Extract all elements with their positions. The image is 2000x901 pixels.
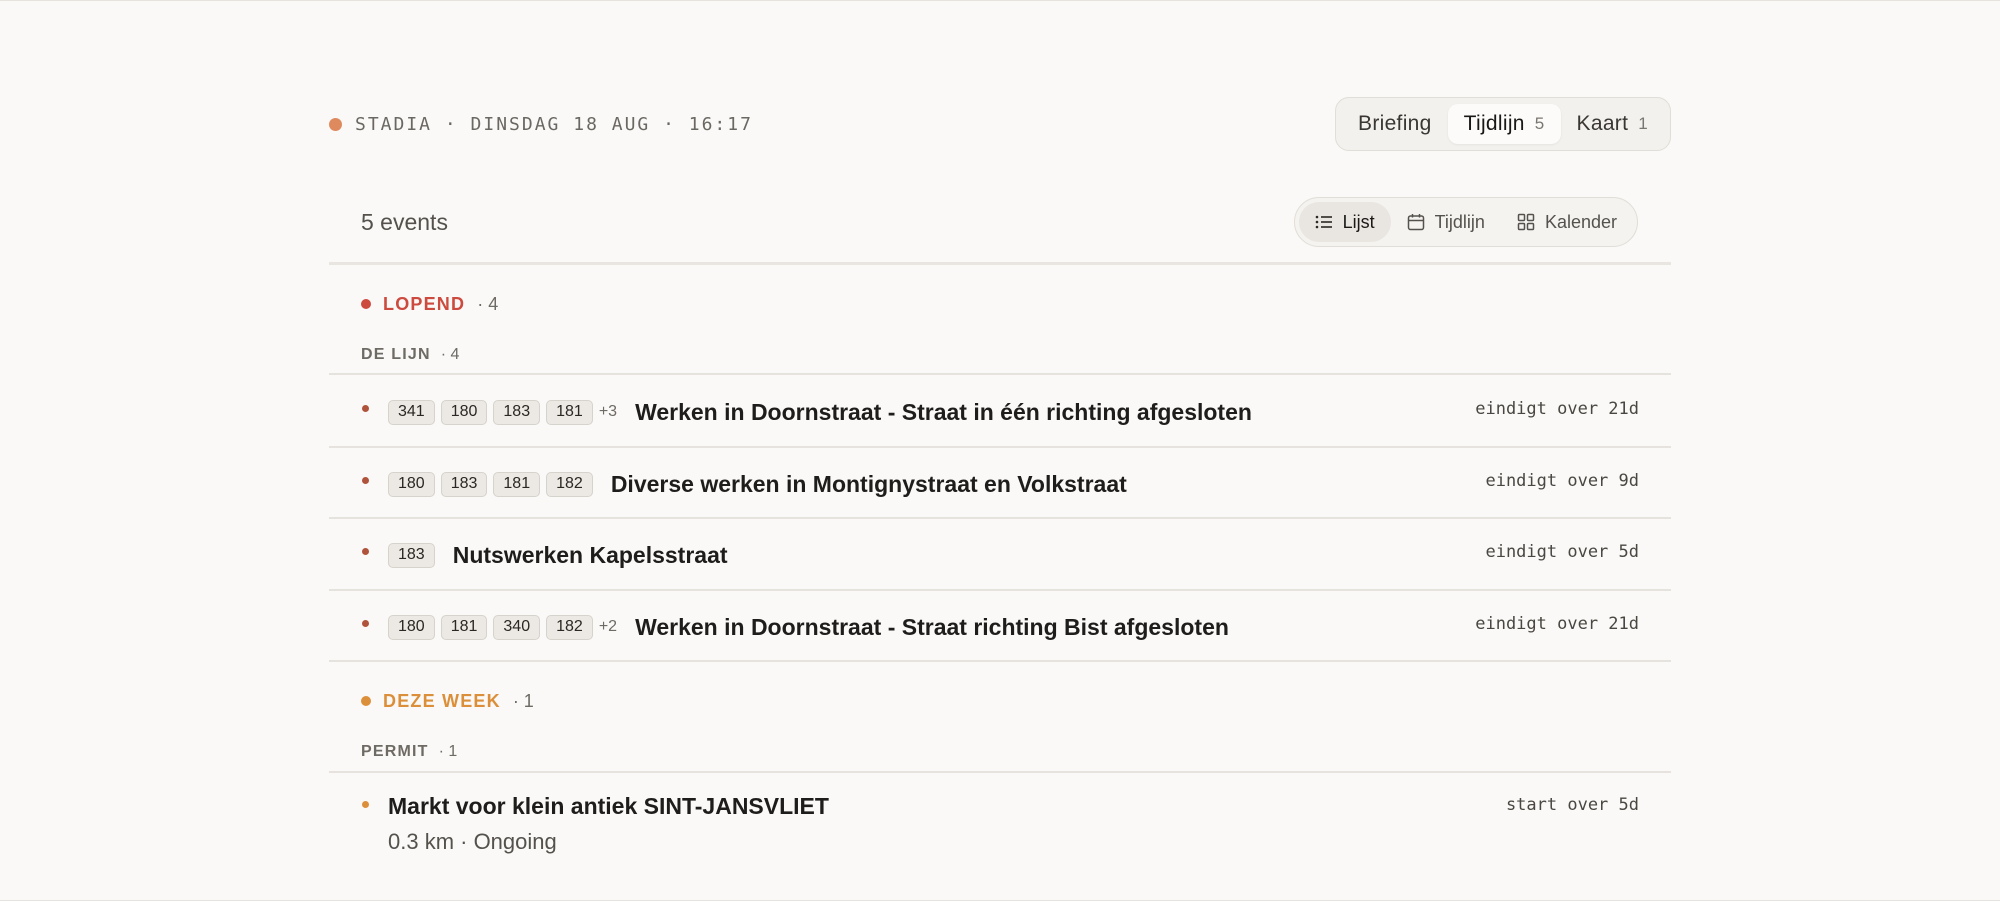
event-row[interactable]: Markt voor klein antiek SINT-JANSVLIET 0…: [329, 773, 1671, 863]
line-badge: 181: [493, 471, 541, 497]
event-title: Werken in Doornstraat - Straat in één ri…: [635, 398, 1252, 425]
event-row[interactable]: 183 Nutswerken Kapelsstraat eindigt over…: [329, 518, 1671, 588]
event-time: eindigt over 21d: [1475, 399, 1639, 419]
group-dot: [361, 299, 371, 309]
line-badge: 183: [440, 471, 488, 497]
mode-lijst-button[interactable]: Lijst: [1298, 202, 1391, 242]
line-badge: 340: [493, 614, 541, 640]
event-title: Nutswerken Kapelsstraat: [452, 541, 728, 568]
line-badge: 341: [388, 399, 435, 425]
mode-kalender-button[interactable]: Kalender: [1501, 202, 1633, 242]
event-content: 183 Nutswerken Kapelsstraat: [388, 542, 728, 568]
line-badge: 181: [546, 399, 593, 425]
line-badge: 180: [440, 399, 488, 425]
group-count: · 4: [477, 293, 499, 314]
event-title: Diverse werken in Montignystraat en Volk…: [610, 470, 1127, 497]
group-label: DEZE WEEK: [383, 690, 501, 711]
more-lines-count: +3: [598, 403, 618, 420]
event-dot: [362, 477, 369, 484]
event-count: 5 events: [361, 209, 448, 235]
status-dot: [329, 117, 342, 131]
mode-label: Tijdlijn: [1434, 211, 1485, 232]
line-badge: 181: [440, 614, 488, 640]
tab-label: Briefing: [1358, 112, 1432, 135]
source-count: · 4: [440, 346, 460, 363]
event-dot: [362, 801, 369, 808]
line-badge: 183: [388, 542, 435, 568]
mode-label: Lijst: [1342, 211, 1375, 232]
source-header-de-lijn: DE LIJN · 4: [361, 343, 459, 367]
event-row[interactable]: 180 183 181 182 Diverse werken in Montig…: [329, 447, 1671, 517]
mode-label: Kalender: [1544, 211, 1617, 232]
source-header-permit: PERMIT · 1: [361, 740, 457, 764]
line-badge: 180: [388, 614, 435, 640]
group-label: LOPEND: [383, 293, 466, 314]
tab-count: 5: [1534, 114, 1545, 133]
tab-kaart[interactable]: Kaart 1: [1561, 104, 1664, 144]
group-header-lopend: LOPEND · 4: [361, 292, 498, 316]
event-content: 180 181 340 182 +2 Werken in Doornstraat…: [388, 614, 1229, 640]
event-time: start over 5d: [1505, 795, 1639, 815]
status-text: STADIA · DINSDAG 18 AUG · 16:17: [355, 113, 753, 135]
group-count: · 1: [512, 690, 534, 711]
event-row[interactable]: 341 180 183 181 +3 Werken in Doornstraat…: [329, 375, 1671, 445]
divider: [329, 660, 1671, 662]
event-dot: [362, 620, 369, 627]
calendar-icon: [1407, 214, 1424, 231]
source-label: PERMIT: [361, 743, 429, 760]
group-header-deze-week: DEZE WEEK · 1: [361, 689, 534, 713]
line-badge: 182: [546, 614, 593, 640]
tab-label: Tijdlijn: [1463, 112, 1525, 135]
view-tabs: Briefing Tijdlijn 5 Kaart 1: [1335, 97, 1671, 151]
tab-tijdlijn[interactable]: Tijdlijn 5: [1447, 104, 1561, 144]
event-dot: [362, 405, 369, 412]
line-badge: 183: [493, 399, 541, 425]
line-badge: 180: [388, 471, 435, 497]
event-time: eindigt over 21d: [1475, 614, 1639, 634]
event-time: eindigt over 9d: [1485, 471, 1639, 491]
tab-briefing[interactable]: Briefing: [1342, 104, 1448, 144]
event-subtitle: 0.3 km · Ongoing: [388, 829, 557, 854]
more-lines-count: +2: [598, 618, 618, 635]
tab-count: 1: [1638, 114, 1648, 133]
event-title: Markt voor klein antiek SINT-JANSVLIET: [388, 793, 829, 819]
tab-label: Kaart: [1576, 112, 1629, 135]
event-dot: [362, 548, 369, 555]
event-time: eindigt over 5d: [1485, 542, 1639, 562]
view-mode-switch: Lijst Tijdlijn Kalender: [1293, 197, 1638, 247]
event-content: 180 183 181 182 Diverse werken in Montig…: [388, 471, 1127, 497]
event-content: 341 180 183 181 +3 Werken in Doornstraat…: [388, 399, 1252, 425]
source-count: · 1: [438, 743, 458, 760]
group-dot: [361, 696, 371, 706]
mode-tijdlijn-button[interactable]: Tijdlijn: [1391, 202, 1501, 242]
event-row[interactable]: 180 181 340 182 +2 Werken in Doornstraat…: [329, 590, 1671, 660]
list-header: 5 events Lijst Tijdlijn Kalender: [329, 197, 1671, 265]
event-title: Werken in Doornstraat - Straat richting …: [635, 613, 1229, 640]
line-badge: 182: [546, 471, 593, 497]
source-label: DE LIJN: [361, 346, 431, 363]
status-line: STADIA · DINSDAG 18 AUG · 16:17: [329, 97, 753, 151]
list-icon: [1315, 215, 1332, 229]
top-bar: STADIA · DINSDAG 18 AUG · 16:17 Briefing…: [329, 97, 1671, 151]
grid-icon: [1517, 213, 1535, 231]
